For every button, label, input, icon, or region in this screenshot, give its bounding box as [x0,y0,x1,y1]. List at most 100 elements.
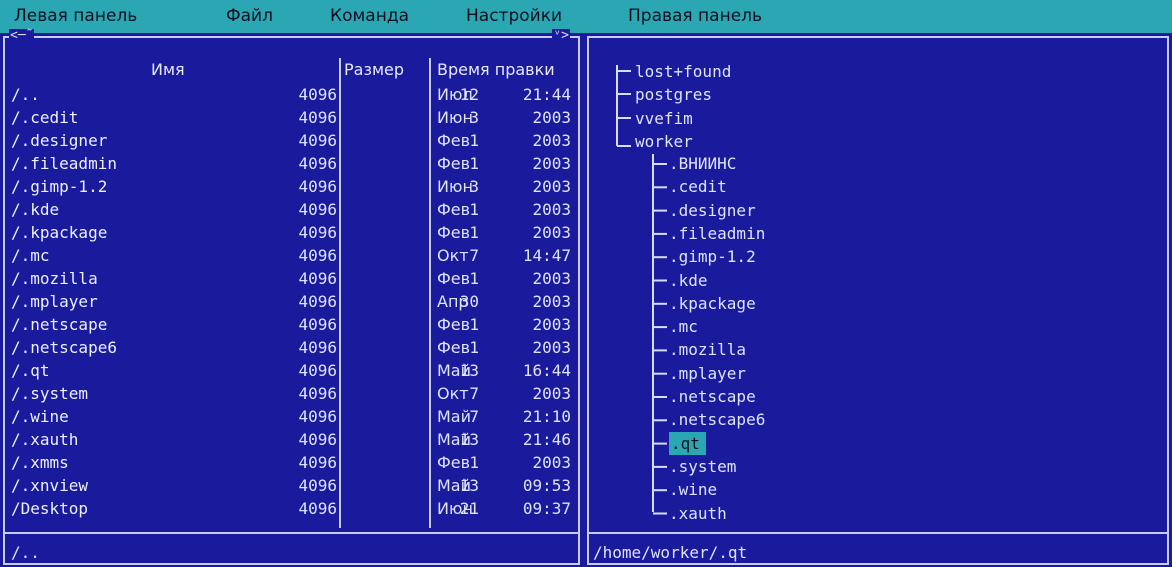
file-size: 4096 [298,384,337,403]
tree-node[interactable]: .mplayer [669,362,746,385]
tree-node[interactable]: .wine [669,478,717,501]
file-name: /.netscape6 [11,338,117,357]
file-time: 2003 [532,154,571,173]
file-month: Фев [437,223,471,242]
file-row[interactable]: /.kpackage 4096 Фев 1 2003 [5,221,578,244]
column-header-time[interactable]: Время правки [437,60,555,79]
menu-bar: Левая панель Файл Команда Настройки Прав… [0,0,1172,33]
column-header-size[interactable]: Размер [344,60,404,79]
file-name: /.designer [11,131,108,150]
mini-status-separator [589,532,1167,534]
tree-node[interactable]: .cedit [669,175,727,198]
file-size: 4096 [298,315,337,334]
tree-node[interactable]: .mozilla [669,338,746,361]
menu-settings[interactable]: Настройки [466,6,562,26]
tree-node[interactable]: lost+found [635,60,731,83]
file-month: Фев [437,338,471,357]
file-row[interactable]: /.netscape 4096 Фев 1 2003 [5,313,578,336]
file-name: /.xmms [11,453,69,472]
file-row[interactable]: /.wine 4096 Май 7 21:10 [5,405,578,428]
file-size: 4096 [298,338,337,357]
right-panel-tree[interactable]: lost+found postgres vvefim worker .ВНИИНС .ce… [587,36,1169,565]
file-time: 21:10 [522,407,571,426]
file-row[interactable]: /.gimp-1.2 4096 Июн 3 2003 [5,175,578,198]
file-row[interactable]: /.xnview 4096 Май 13 09:53 [5,474,578,497]
tree-node-selected[interactable]: .qt [669,431,706,455]
file-name: /Desktop [11,499,89,518]
file-name: /.mozilla [11,269,98,288]
file-size: 4096 [298,361,337,380]
menu-command[interactable]: Команда [330,6,409,26]
tree-node[interactable]: .gimp-1.2 [669,245,756,268]
tree-node[interactable]: .netscape [669,385,756,408]
file-row[interactable]: /.. 4096 Июл 12 21:44 [5,83,578,106]
file-day: 1 [469,200,479,219]
file-time: 2003 [532,200,571,219]
file-row[interactable]: /.system 4096 Окт 7 2003 [5,382,578,405]
file-row[interactable]: /.xmms 4096 Фев 1 2003 [5,451,578,474]
file-row[interactable]: /.mplayer 4096 Апр 30 2003 [5,290,578,313]
file-name: /.xauth [11,430,79,449]
tree-node[interactable]: .kde [669,269,708,292]
file-month: Фев [437,154,471,173]
file-size: 4096 [298,177,337,196]
tree-node[interactable]: .fileadmin [669,222,765,245]
file-size: 4096 [298,499,337,518]
file-size: 4096 [298,223,337,242]
left-panel[interactable]: <─˜ ᵛ> Имя Размер Время правки /.. 4096 Ию… [3,29,580,565]
file-month: Окт [437,246,469,265]
tree-node[interactable]: vvefim [635,107,693,130]
file-row[interactable]: /.netscape6 4096 Фев 1 2003 [5,336,578,359]
file-name: /.gimp-1.2 [11,177,108,196]
file-month: Фев [437,131,471,150]
file-month: Май [437,407,472,426]
tree-node[interactable]: postgres [635,83,712,106]
file-size: 4096 [298,200,337,219]
file-size: 4096 [298,154,337,173]
file-row[interactable]: /.mc 4096 Окт 7 14:47 [5,244,578,267]
tree-node[interactable]: .xauth [669,502,727,525]
file-row[interactable]: /.designer 4096 Фев 1 2003 [5,129,578,152]
tree-node[interactable]: worker [635,130,693,153]
file-time: 2003 [532,384,571,403]
file-row[interactable]: /.kde 4096 Фев 1 2003 [5,198,578,221]
hotlist-hint[interactable]: ᵛ> [552,29,570,42]
file-time: 09:37 [522,499,571,518]
file-row[interactable]: /.cedit 4096 Июн 3 2003 [5,106,578,129]
file-name: /.mc [11,246,50,265]
tree-node[interactable]: .kpackage [669,292,756,315]
file-row[interactable]: /.qt 4096 Май 13 16:44 [5,359,578,382]
file-day: 7 [469,407,479,426]
file-day: 1 [469,315,479,334]
file-day: 1 [469,453,479,472]
column-header-name[interactable]: Имя [151,60,185,79]
menu-right-panel[interactable]: Правая панель [628,6,762,26]
tree-node[interactable]: .designer [669,199,756,222]
file-size: 4096 [298,430,337,449]
file-name: /.. [11,85,40,104]
file-name: /.netscape [11,315,108,334]
history-hint[interactable]: <─˜ [9,29,35,42]
file-size: 4096 [298,108,337,127]
file-row[interactable]: /.mozilla 4096 Фев 1 2003 [5,267,578,290]
file-day: 7 [469,384,479,403]
tree-node[interactable]: .system [669,455,736,478]
tree-node[interactable]: .ВНИИНС [669,152,736,175]
tree-node[interactable]: .netscape6 [669,408,765,431]
file-size: 4096 [298,246,337,265]
tree-node[interactable]: .mc [669,315,698,338]
file-day: 1 [469,223,479,242]
file-time: 2003 [532,223,571,242]
file-name: /.xnview [11,476,89,495]
menu-left-panel[interactable]: Левая панель [14,6,137,26]
file-size: 4096 [298,85,337,104]
file-row[interactable]: /Desktop 4096 Июн 21 09:37 [5,497,578,520]
mini-status: /.. [11,543,40,562]
file-row[interactable]: /.fileadmin 4096 Фев 1 2003 [5,152,578,175]
file-day: 1 [469,338,479,357]
menu-file[interactable]: Файл [226,6,273,26]
file-month: Фев [437,269,471,288]
file-day: 12 [459,85,479,104]
file-time: 14:47 [522,246,571,265]
file-row[interactable]: /.xauth 4096 Май 13 21:46 [5,428,578,451]
